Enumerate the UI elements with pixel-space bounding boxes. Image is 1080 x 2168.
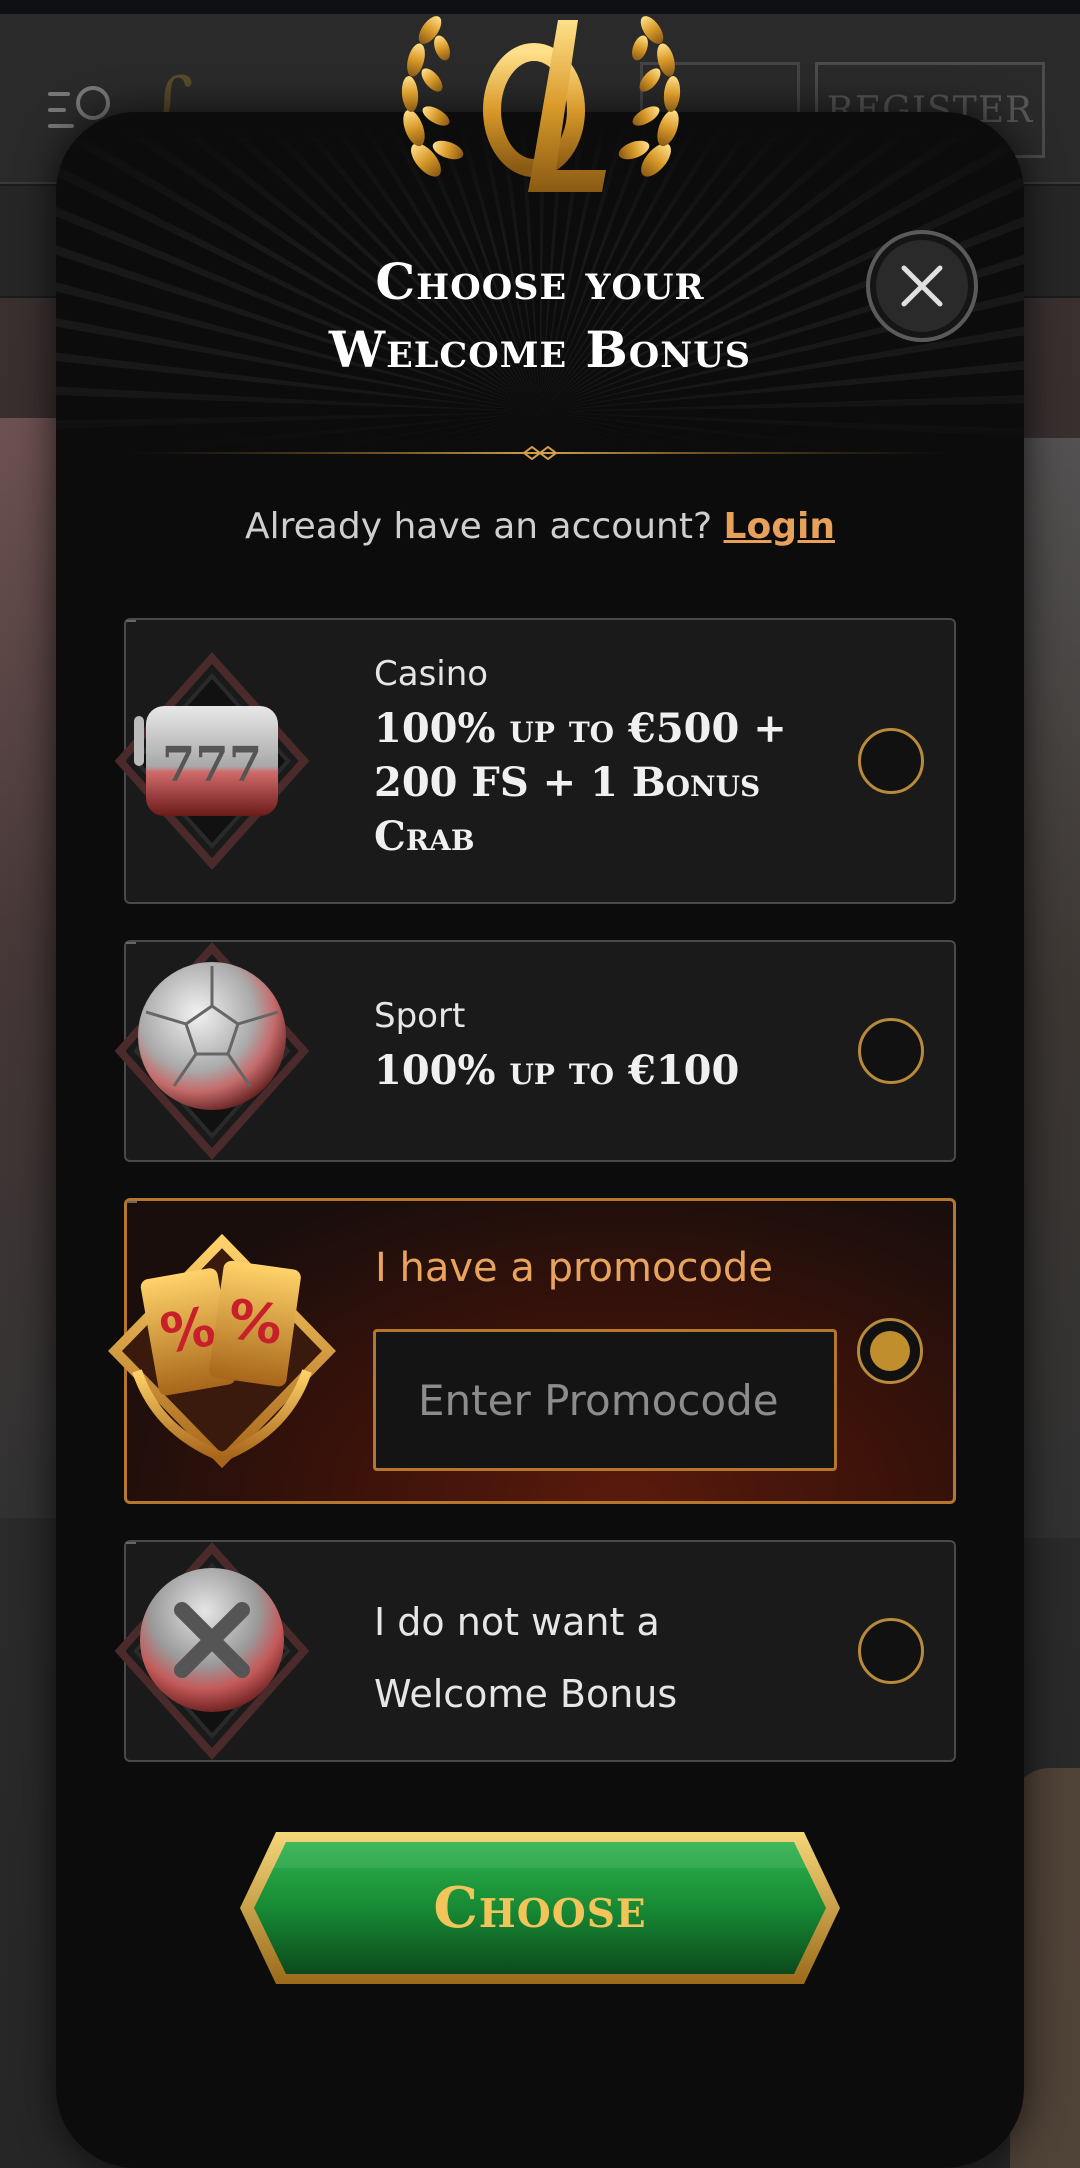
option-casino-value: 100% up to €500 + 200 FS + 1 Bonus Crab (374, 705, 787, 860)
login-prompt-text: Already have an account? (245, 506, 713, 547)
title-divider (130, 446, 950, 460)
svg-text:777: 777 (162, 737, 262, 793)
option-promocode-radio[interactable] (857, 1318, 923, 1384)
option-no-bonus-radio[interactable] (858, 1618, 924, 1684)
title-line-2: Welcome Bonus (328, 320, 752, 379)
close-button[interactable] (866, 230, 978, 342)
title-line-1: Choose your (375, 252, 705, 311)
option-casino-radio[interactable] (858, 728, 924, 794)
option-promocode-label: I have a promocode (375, 1245, 773, 1291)
login-link[interactable]: Login (724, 506, 835, 547)
option-sport[interactable]: Sport 100% up to €100 (114, 940, 956, 1162)
crest-logo-icon (401, 16, 681, 192)
option-casino-label: Casino (374, 654, 489, 694)
option-promocode[interactable]: % % I have a promocode (108, 1198, 956, 1504)
close-icon (901, 265, 943, 307)
choose-button-label: Choose (433, 1875, 647, 1941)
svg-text:%: % (156, 1295, 220, 1366)
option-sport-value: 100% up to €100 (374, 1047, 740, 1094)
option-no-bonus-label: I do not want a Welcome Bonus (374, 1600, 678, 1716)
x-mark-icon (114, 1541, 310, 1761)
svg-text:%: % (224, 1287, 286, 1357)
option-sport-radio[interactable] (858, 1018, 924, 1084)
soccer-ball-icon (114, 941, 310, 1161)
slot-machine-777-icon: 777 (114, 651, 310, 871)
option-casino[interactable]: 777 Casino 100% up to €500 + 200 FS + 1 … (114, 618, 956, 904)
login-prompt: Already have an account? Login (0, 506, 1080, 547)
modal-title: Choose your Welcome Bonus (150, 248, 930, 384)
percent-tickets-icon: % % (108, 1233, 336, 1469)
option-sport-label: Sport (374, 996, 466, 1036)
promocode-input[interactable] (373, 1329, 837, 1471)
option-no-bonus[interactable]: I do not want a Welcome Bonus (114, 1540, 956, 1762)
choose-button[interactable]: Choose (236, 1828, 844, 1988)
